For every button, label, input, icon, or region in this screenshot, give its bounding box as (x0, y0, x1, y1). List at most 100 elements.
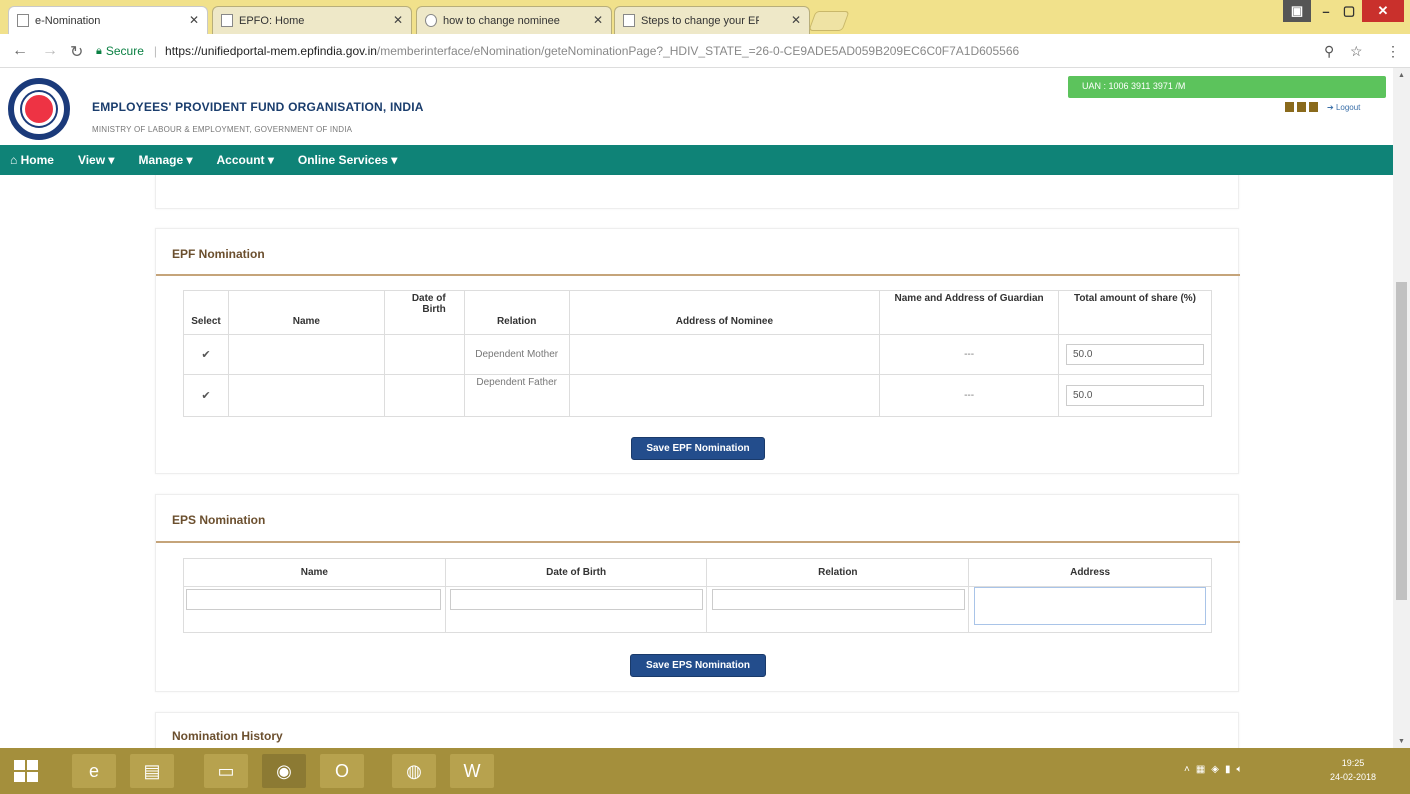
windows-start-icon[interactable] (14, 760, 38, 782)
history-title: Nomination History (172, 729, 283, 743)
eps-dob-input[interactable] (450, 589, 703, 610)
maximize-button[interactable]: ▢ (1339, 0, 1359, 22)
forward-icon[interactable]: → (42, 42, 58, 60)
taskbar: e ▤ ▭ ◉ O ◍ W ˄ ▦ ◈ ▮ 🔈︎ 19:25 24-02-201… (0, 748, 1410, 794)
scroll-up-icon[interactable]: ▲ (1398, 72, 1405, 79)
menu-icon[interactable]: ⋮ (1386, 43, 1400, 60)
column-header: Name (227, 290, 385, 335)
caret-down-icon: ▾ (267, 153, 274, 167)
nav-online-services[interactable]: Online Services ▾ (298, 153, 397, 167)
eps-relation-input[interactable] (712, 589, 965, 610)
tab-e-nomination[interactable]: e-Nomination ✕ (8, 6, 208, 34)
nominee-dob (383, 374, 465, 417)
zoom-icon[interactable]: ⚲ (1324, 43, 1334, 60)
tray-chevron-icon[interactable]: ˄ (1184, 764, 1190, 775)
select-checkbox[interactable]: ✔ (183, 334, 229, 375)
tab-epfo-home[interactable]: EPFO: Home ✕ (212, 6, 412, 34)
epf-nominee-table: Select Name Date of Birth Relation Addre… (183, 290, 1213, 417)
org-title: EMPLOYEES' PROVIDENT FUND ORGANISATION, … (92, 100, 424, 114)
volume-icon[interactable]: 🔈︎ (1237, 764, 1243, 775)
logout-label: Logout (1335, 102, 1361, 112)
share-cell (1057, 374, 1213, 417)
nominee-relation: Dependent Father (463, 374, 570, 417)
font-size-icon[interactable] (1297, 102, 1306, 112)
share-cell (1057, 334, 1213, 375)
close-icon[interactable]: ✕ (189, 13, 199, 27)
column-header: Name (183, 558, 446, 587)
firefox-icon[interactable]: ◍ (392, 754, 436, 788)
caret-down-icon: ▾ (391, 153, 398, 167)
org-subtitle: MINISTRY OF LABOUR & EMPLOYMENT, GOVERNM… (92, 125, 353, 134)
url-text: https://unifiedportal-mem.epfindia.gov.i… (165, 44, 1019, 58)
file-explorer-icon[interactable]: ▤ (130, 754, 174, 788)
nav-label: View (77, 153, 106, 167)
nav-view[interactable]: View ▾ (78, 153, 115, 167)
nav-manage[interactable]: Manage ▾ (138, 153, 192, 167)
column-header: Date of Birth (444, 558, 708, 587)
previous-panel (155, 175, 1239, 209)
tab-steps-change[interactable]: Steps to change your EP ✕ (614, 6, 810, 34)
reload-icon[interactable]: ↻ (70, 42, 83, 62)
profile-icon[interactable]: ▣ (1283, 0, 1311, 22)
nomination-history-panel: Nomination History (155, 712, 1239, 748)
browser-toolbar: ← → ↻ 🔒︎ Secure | https://unifiedportal-… (0, 34, 1410, 68)
save-eps-nomination-button[interactable]: Save EPS Nomination (630, 654, 766, 677)
page-icon (17, 14, 29, 27)
caret-down-icon: ▾ (186, 153, 193, 167)
column-header: Relation (706, 558, 970, 587)
divider: | (153, 44, 158, 58)
scroll-down-icon[interactable]: ▼ (1398, 738, 1405, 745)
back-icon[interactable]: ← (12, 42, 28, 60)
logout-link[interactable]: ➔ Logout (1327, 103, 1360, 112)
folder-icon[interactable]: ▭ (204, 754, 248, 788)
outlook-icon[interactable]: O (320, 754, 364, 788)
close-icon[interactable]: ✕ (593, 13, 603, 27)
close-icon[interactable]: ✕ (791, 13, 801, 27)
address-bar[interactable]: 🔒︎ Secure | https://unifiedportal-mem.ep… (96, 38, 1376, 64)
tab-google-search[interactable]: how to change nominee ✕ (416, 6, 612, 34)
network-icon[interactable]: ▦ (1196, 764, 1205, 775)
nav-label: Online Services (297, 153, 388, 167)
page-icon (623, 14, 635, 27)
clock[interactable]: 19:25 24-02-2018 (1330, 756, 1376, 784)
new-tab-button[interactable] (808, 11, 850, 31)
tab-label: Steps to change your EP (641, 14, 759, 27)
close-icon[interactable]: ✕ (393, 13, 403, 27)
font-size-icon[interactable] (1285, 102, 1294, 112)
table-row: ✔ Dependent Mother --- (183, 334, 1213, 375)
word-icon[interactable]: W (450, 754, 494, 788)
column-header: Date of Birth (383, 290, 465, 335)
chrome-icon[interactable]: ◉ (262, 754, 306, 788)
font-size-icon[interactable] (1309, 102, 1318, 112)
guardian-cell: --- (879, 334, 1059, 375)
guardian-cell: --- (879, 374, 1059, 417)
save-epf-nomination-button[interactable]: Save EPF Nomination (631, 437, 765, 460)
internet-explorer-icon[interactable]: e (72, 754, 116, 788)
scrollbar-thumb[interactable] (1396, 282, 1407, 600)
nav-account[interactable]: Account ▾ (217, 153, 274, 167)
nominee-relation: Dependent Mother (463, 334, 570, 375)
url-host: https://unifiedportal-mem.epfindia.gov.i… (165, 44, 377, 58)
share-input[interactable] (1065, 385, 1204, 406)
browser-tab-strip: e-Nomination ✕ EPFO: Home ✕ how to chang… (0, 0, 1410, 34)
system-tray: ˄ ▦ ◈ ▮ 🔈︎ (1184, 764, 1243, 775)
epf-title: EPF Nomination (172, 247, 265, 261)
star-icon[interactable]: ☆ (1350, 43, 1363, 60)
uan-badge: UAN : 1006 3911 3971 /M (1068, 76, 1386, 98)
close-window-button[interactable]: ✕ (1362, 0, 1404, 22)
header-tools: ➔ Logout (1285, 102, 1360, 112)
battery-icon[interactable]: ▮ (1225, 764, 1231, 775)
nav-home[interactable]: ⌂ Home (10, 153, 54, 167)
nominee-address (568, 334, 881, 375)
main-nav: ⌂ Home View ▾ Manage ▾ Account ▾ Online … (0, 145, 1393, 175)
select-checkbox[interactable]: ✔ (183, 374, 229, 417)
page-icon (221, 14, 233, 27)
column-header: Address of Nominee (568, 290, 881, 335)
minimize-button[interactable]: – (1313, 0, 1339, 22)
clock-time: 19:25 (1341, 758, 1365, 768)
tab-label: e-Nomination (35, 14, 101, 27)
security-icon[interactable]: ◈ (1211, 764, 1219, 775)
share-input[interactable] (1065, 344, 1204, 365)
eps-name-input[interactable] (186, 589, 441, 610)
eps-address-textarea[interactable] (974, 587, 1206, 625)
